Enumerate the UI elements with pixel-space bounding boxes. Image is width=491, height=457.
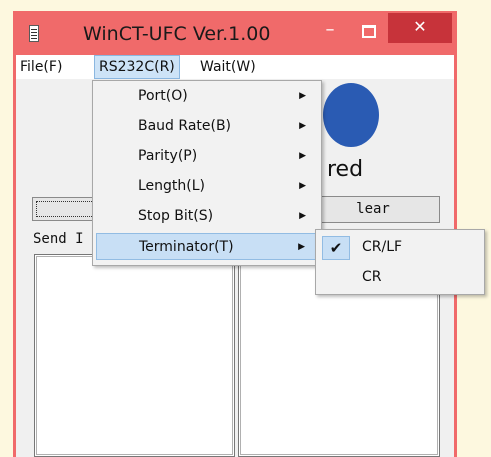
menu-item-parity[interactable]: Parity(P) ▶ (96, 143, 318, 170)
menu-item-label: Port(O) (138, 88, 188, 104)
terminator-submenu: ✔ CR/LF CR (315, 229, 485, 295)
menu-item-label: Parity(P) (138, 148, 198, 164)
menu-item-label: Length(L) (138, 178, 206, 194)
checkmark-icon: ✔ (322, 236, 350, 260)
submenu-item-label: CR/LF (362, 239, 403, 255)
menu-item-length[interactable]: Length(L) ▶ (96, 173, 318, 200)
rs232c-dropdown-menu: Port(O) ▶ Baud Rate(B) ▶ Parity(P) ▶ Len… (92, 80, 322, 266)
menu-item-baud-rate[interactable]: Baud Rate(B) ▶ (96, 113, 318, 140)
menu-item-label: Baud Rate(B) (138, 118, 232, 134)
submenu-arrow-icon: ▶ (299, 121, 306, 131)
send-label: Send I (33, 231, 84, 247)
menu-item-label: Stop Bit(S) (138, 208, 214, 224)
logo-circle (323, 83, 379, 147)
menu-item-label: Terminator(T) (139, 239, 234, 255)
submenu-arrow-icon: ▶ (299, 151, 306, 161)
submenu-item-cr[interactable]: CR (320, 264, 480, 291)
menu-wait[interactable]: Wait(W) (196, 55, 260, 79)
menu-item-terminator[interactable]: Terminator(T) ▶ (96, 233, 318, 260)
menu-item-port[interactable]: Port(O) ▶ (96, 83, 318, 110)
clear-button[interactable]: lear (306, 196, 440, 223)
submenu-arrow-icon: ▶ (299, 181, 306, 191)
menu-item-stop-bit[interactable]: Stop Bit(S) ▶ (96, 203, 318, 230)
close-button[interactable]: ✕ (388, 13, 452, 43)
menu-file[interactable]: File(F) (16, 55, 66, 79)
minimize-button[interactable]: – (319, 20, 341, 42)
menu-bar: File(F) RS232C(R) Wait(W) (16, 55, 454, 79)
submenu-arrow-icon: ▶ (298, 242, 305, 252)
app-icon[interactable] (29, 25, 39, 42)
submenu-item-label: CR (362, 269, 382, 285)
window-title: WinCT-UFC Ver.1.00 (83, 23, 271, 45)
submenu-item-crlf[interactable]: ✔ CR/LF (320, 234, 480, 261)
logo-text: red (327, 157, 364, 182)
menu-rs232c[interactable]: RS232C(R) (94, 55, 180, 79)
title-bar[interactable]: WinCT-UFC Ver.1.00 – ✕ (13, 11, 457, 55)
maximize-button[interactable] (357, 20, 379, 42)
submenu-arrow-icon: ▶ (299, 211, 306, 221)
send-textarea[interactable] (34, 254, 235, 457)
submenu-arrow-icon: ▶ (299, 91, 306, 101)
